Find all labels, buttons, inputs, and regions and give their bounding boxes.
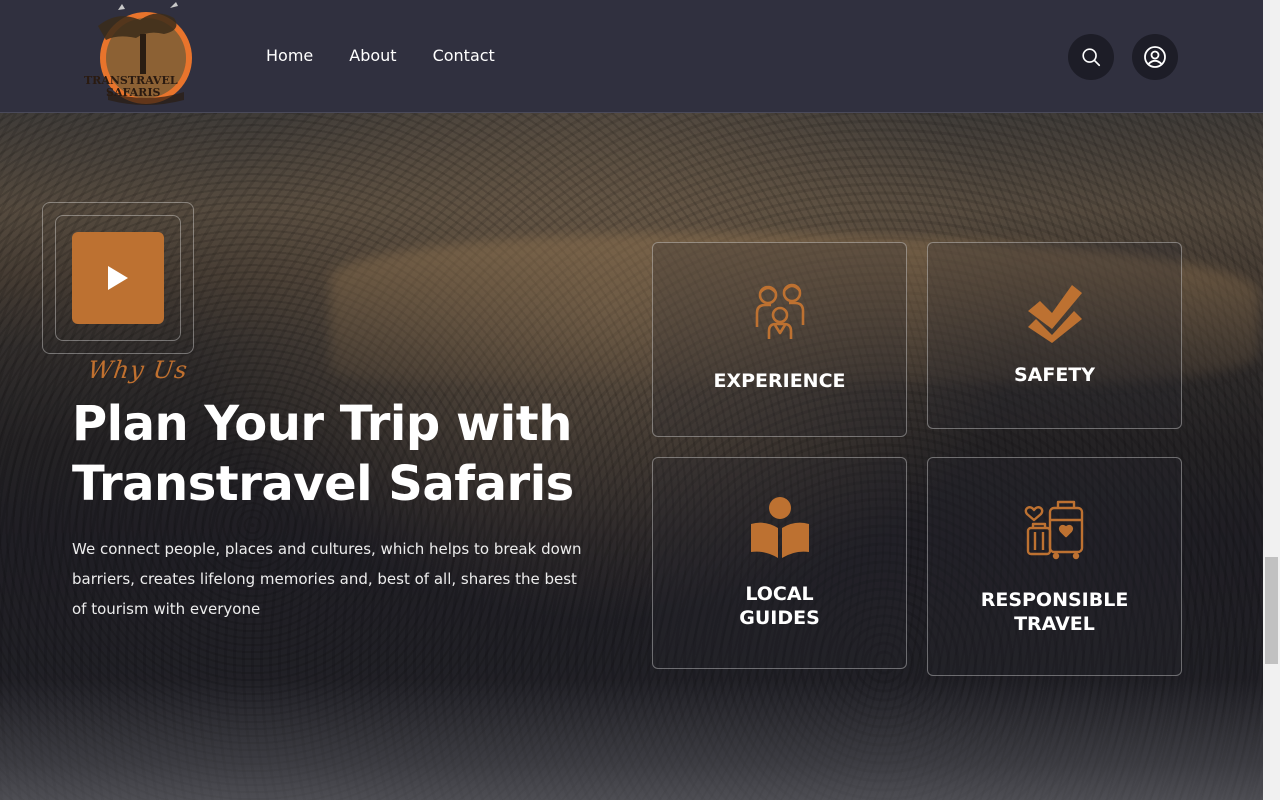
- video-frame: [42, 202, 194, 354]
- luggage-heart-icon: [1024, 500, 1083, 560]
- feature-card-experience: EXPERIENCE: [652, 242, 907, 437]
- people-group-icon: [755, 283, 804, 339]
- user-circle-icon: [1144, 46, 1166, 68]
- play-icon: [108, 266, 128, 290]
- hero-description: We connect people, places and cultures, …: [72, 540, 582, 618]
- search-button[interactable]: [1068, 34, 1114, 80]
- feature-label-responsible-travel: RESPONSIBLE TRAVEL: [980, 589, 1129, 635]
- reading-person-icon: [750, 497, 809, 558]
- feature-card-safety: SAFETY: [927, 242, 1182, 429]
- account-button[interactable]: [1132, 34, 1178, 80]
- hero-title: Plan Your Trip with Transtravel Safaris: [72, 396, 574, 512]
- feature-label-experience: EXPERIENCE: [713, 370, 846, 392]
- play-video-button[interactable]: [72, 232, 164, 324]
- search-icon: [1082, 48, 1101, 67]
- nav-about[interactable]: About: [349, 46, 396, 65]
- logo-text-line2: SAFARIS: [106, 86, 160, 99]
- main-nav: Home About Contact: [266, 46, 495, 65]
- site-header: TRANSTRAVEL SAFARIS Home About Contact: [0, 0, 1263, 113]
- feature-label-local-guides: LOCAL GUIDES: [739, 583, 820, 629]
- site-logo[interactable]: TRANSTRAVEL SAFARIS: [78, 0, 208, 110]
- section-tagline: Why Us: [86, 356, 190, 384]
- feature-label-safety: SAFETY: [1013, 364, 1096, 386]
- double-check-icon: [1027, 285, 1082, 343]
- feature-card-responsible-travel: RESPONSIBLE TRAVEL: [927, 457, 1182, 676]
- nav-contact[interactable]: Contact: [433, 46, 495, 65]
- nav-home[interactable]: Home: [266, 46, 313, 65]
- scrollbar-thumb[interactable]: [1265, 557, 1278, 664]
- page-scrollbar[interactable]: [1263, 0, 1280, 800]
- feature-card-local-guides: LOCAL GUIDES: [652, 457, 907, 669]
